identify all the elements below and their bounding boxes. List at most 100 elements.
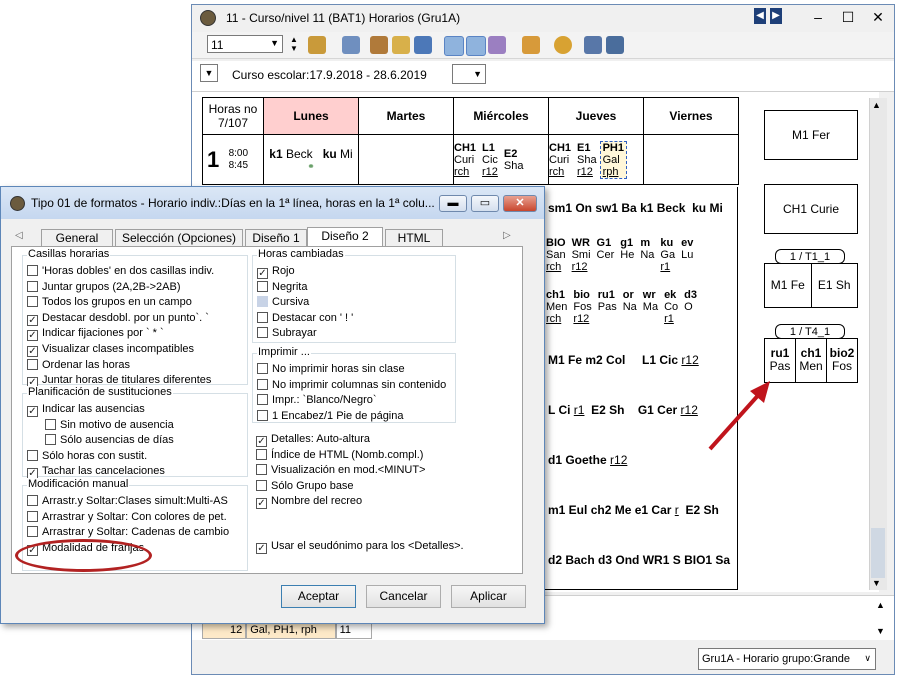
checkbox-icon[interactable]	[27, 449, 38, 461]
viernes-p1[interactable]	[643, 134, 739, 185]
spinner-icon[interactable]: ▲ ▼	[290, 35, 298, 53]
settings-doc-icon[interactable]	[522, 36, 540, 54]
checkbox-icon[interactable]	[257, 394, 268, 406]
checkbox-icon[interactable]	[257, 280, 268, 292]
row2-cell[interactable]: sm1 On sw1 Ba k1 Beck ku Mi	[546, 201, 736, 215]
checkbox-checked-icon[interactable]: ✓	[256, 543, 267, 554]
lunes-p1[interactable]: k1 Beck ku Mi ⚭	[263, 134, 359, 185]
people-icon[interactable]	[308, 36, 326, 54]
tab-scroll-right-icon[interactable]: ▷	[503, 230, 511, 241]
checkbox-icon[interactable]	[27, 280, 38, 292]
tree-icon[interactable]	[488, 36, 506, 54]
checkbox-option[interactable]: No imprimir horas sin clase	[257, 362, 405, 377]
tab-diseno-1[interactable]: Diseño 1	[245, 229, 307, 246]
checkbox-icon[interactable]	[27, 495, 38, 506]
checkbox-option[interactable]: Subrayar	[257, 326, 317, 341]
day-header-martes[interactable]: Martes	[358, 97, 454, 135]
bottom-scroll-up-icon[interactable]: ▲	[876, 600, 885, 610]
checkbox-icon[interactable]	[27, 358, 38, 370]
checkbox-icon[interactable]	[257, 378, 268, 390]
checkbox-icon[interactable]	[257, 363, 268, 374]
layout-dropdown[interactable]: ▼	[452, 64, 486, 84]
row9-cell[interactable]: d2 Bach d3 Ond WR1 S BIO1 Sa	[546, 553, 736, 567]
format-icon[interactable]	[444, 36, 464, 56]
checkbox-checked-icon[interactable]: ✓	[257, 268, 268, 279]
scroll-down-icon[interactable]: ▼	[872, 578, 881, 588]
dialog-minimize-button[interactable]: ▬	[439, 195, 467, 212]
checkbox-icon[interactable]	[257, 409, 268, 421]
checkbox-checked-icon[interactable]: ✓	[27, 314, 38, 326]
checkbox-icon[interactable]	[27, 265, 38, 276]
view-selector[interactable]: Gru1A - Horario grupo:Grande ∨	[698, 648, 876, 670]
checkbox-icon[interactable]	[257, 296, 268, 308]
checkbox-option[interactable]: Cursiva	[257, 295, 309, 310]
users-icon[interactable]	[584, 36, 602, 54]
checkbox-option[interactable]: ✓ Usar el seudónimo para los <Detalles>.	[256, 539, 464, 554]
cancel-button[interactable]: Cancelar	[366, 585, 441, 608]
nav-left-icon[interactable]: ◀	[754, 8, 766, 24]
checkbox-option[interactable]: Sólo Grupo base	[256, 479, 354, 494]
pin-icon[interactable]	[466, 36, 486, 56]
class-selector[interactable]: 11 ▼	[207, 35, 283, 53]
checkbox-option[interactable]: Sólo horas con sustit.	[27, 449, 147, 464]
checkbox-checked-icon[interactable]: ✓	[27, 406, 38, 417]
checkbox-option[interactable]: Índice de HTML (Nomb.compl.)	[256, 448, 423, 463]
dialog-close-button[interactable]: ✕	[503, 195, 537, 212]
minimize-button[interactable]: –	[804, 7, 832, 27]
row8-cell[interactable]: m1 Eul ch2 Me e1 Car r E2 Sh	[546, 503, 736, 517]
nav-right-icon[interactable]: ▶	[770, 8, 782, 24]
tab-seleccion[interactable]: Selección (Opciones)	[115, 229, 243, 246]
scroll-thumb[interactable]	[871, 528, 885, 578]
checkbox-option[interactable]: Juntar grupos (2A,2B->2AB)	[27, 280, 181, 295]
apply-button[interactable]: Aplicar	[451, 585, 526, 608]
checkbox-option[interactable]: ✓ Nombre del recreo	[256, 494, 362, 510]
timetable-scrollbar[interactable]: ▲ ▼	[869, 98, 887, 590]
side-card-2[interactable]: CH1 Curie	[764, 184, 858, 234]
checkbox-checked-icon[interactable]: ✓	[256, 498, 267, 510]
checkbox-icon[interactable]	[27, 526, 38, 538]
checkbox-option[interactable]: Arrastrar y Soltar: Con colores de pet.	[27, 510, 227, 525]
checkbox-checked-icon[interactable]: ✓	[256, 436, 267, 447]
tab-diseno-2[interactable]: Diseño 2	[307, 227, 383, 247]
checkbox-option[interactable]: ✓ Indicar fijaciones por ` * `	[27, 326, 164, 342]
lock-icon[interactable]	[392, 36, 410, 54]
day-header-lunes[interactable]: Lunes	[263, 97, 359, 135]
day-header-jueves[interactable]: Jueves	[548, 97, 644, 135]
checkbox-option[interactable]: Destacar con ' ! '	[257, 311, 353, 326]
tab-general[interactable]: General	[41, 229, 113, 246]
checkbox-option[interactable]: No imprimir columnas sin contenido	[257, 378, 446, 393]
checkbox-icon[interactable]	[27, 510, 38, 522]
list-icon[interactable]	[606, 36, 624, 54]
checkbox-option[interactable]: Ordenar las horas	[27, 358, 130, 373]
side-group1[interactable]: M1 Fe E1 Sh	[764, 263, 858, 308]
jueves-p1[interactable]: CH1 Curi rch E1 Sha r12 PH1 Gal rph	[548, 134, 644, 185]
checkbox-option[interactable]: Arrastr.y Soltar:Clases simult:Multi-AS	[27, 494, 228, 509]
checkbox-option[interactable]: Arrastrar y Soltar: Cadenas de cambio	[27, 525, 229, 540]
checkbox-checked-icon[interactable]: ✓	[27, 346, 38, 357]
checkbox-option[interactable]: 'Horas dobles' en dos casillas indiv.	[27, 264, 214, 279]
checkbox-option[interactable]: ✓ Destacar desdobl. por un punto`. `	[27, 311, 209, 326]
checkbox-option[interactable]: 1 Encabez/1 Pie de página	[257, 409, 404, 424]
row3-cell[interactable]: BIO San rch WR Smi r12 G1 Cer g1 He m Na ku Ga r1…	[546, 237, 734, 273]
checkbox-option[interactable]: ✓ Visualizar clases incompatibles	[27, 342, 194, 357]
checkbox-option[interactable]: Visualización en mod.<MINUT>	[256, 463, 425, 478]
checkbox-icon[interactable]	[257, 311, 268, 323]
checkbox-icon[interactable]	[257, 327, 268, 339]
bottom-scroll-down-icon[interactable]: ▼	[876, 626, 885, 636]
checkbox-option[interactable]: ✓ Indicar las ausencias	[27, 402, 145, 417]
grid-icon[interactable]	[342, 36, 360, 54]
tab-html[interactable]: HTML	[385, 229, 443, 246]
checkbox-option[interactable]: ✓ Rojo	[257, 264, 295, 279]
checkbox-option[interactable]: Todos los grupos en un campo	[27, 295, 192, 310]
checkbox-checked-icon[interactable]: ✓	[27, 330, 38, 342]
maximize-button[interactable]: ☐	[834, 7, 862, 27]
row5-cell[interactable]: M1 Fe m2 Col L1 Cic r12	[546, 353, 736, 367]
undo-icon[interactable]	[414, 36, 432, 54]
export-icon[interactable]	[370, 36, 388, 54]
checkbox-icon[interactable]	[45, 434, 56, 446]
view-dropdown[interactable]: ▼	[200, 64, 218, 82]
checkbox-option[interactable]: ✓ Detalles: Auto-altura	[256, 432, 370, 447]
checkbox-icon[interactable]	[256, 448, 267, 460]
checkbox-icon[interactable]	[256, 479, 267, 491]
chevron-down-icon[interactable]: ▼	[270, 38, 279, 48]
